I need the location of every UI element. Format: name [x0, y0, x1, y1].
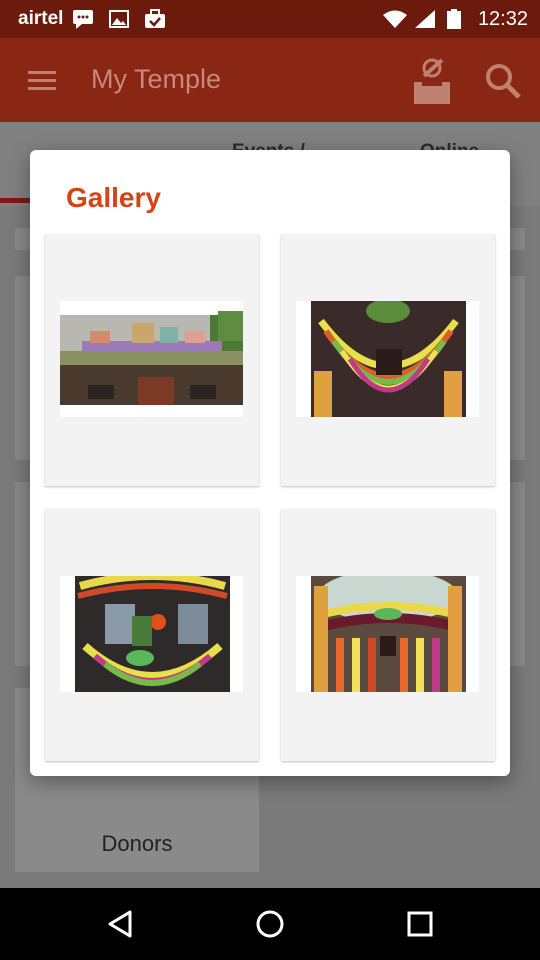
- donation-box-icon[interactable]: [408, 54, 456, 106]
- temple-exterior-photo: [60, 301, 243, 417]
- tab-indicator: [0, 198, 30, 203]
- recents-icon[interactable]: [400, 904, 440, 944]
- battery-icon: [447, 9, 461, 29]
- gallery-item[interactable]: [281, 234, 495, 486]
- wifi-icon: [383, 10, 407, 28]
- donors-label: Donors: [101, 831, 173, 856]
- gallery-item[interactable]: [45, 234, 259, 486]
- message-icon: [73, 10, 93, 29]
- signal-icon: [415, 10, 435, 28]
- back-icon[interactable]: [100, 904, 140, 944]
- status-bar: airtel 12:32: [0, 0, 540, 38]
- briefcase-check-icon: [145, 9, 165, 28]
- image-icon: [109, 10, 129, 28]
- search-icon[interactable]: [484, 62, 522, 100]
- app-title: My Temple: [91, 64, 222, 94]
- deity-garland-photo-3: [296, 576, 479, 692]
- gallery-grid: [30, 150, 510, 776]
- clock: 12:32: [477, 8, 528, 30]
- app-bar: My Temple: [0, 38, 540, 122]
- home-icon[interactable]: [250, 904, 290, 944]
- deity-garland-photo-1: [296, 301, 479, 417]
- navigation-bar: [0, 888, 540, 960]
- carrier-name: airtel: [18, 8, 64, 29]
- menu-icon[interactable]: [26, 68, 58, 92]
- gallery-item[interactable]: [45, 509, 259, 761]
- gallery-item[interactable]: [281, 509, 495, 761]
- gallery-dialog: Gallery: [30, 150, 510, 776]
- deity-garland-photo-2: [60, 576, 243, 692]
